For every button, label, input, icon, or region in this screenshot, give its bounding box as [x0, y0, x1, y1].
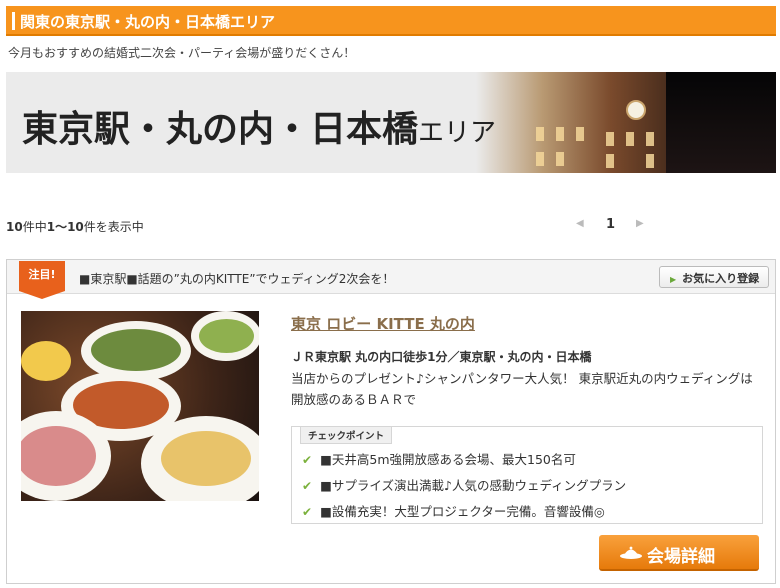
result-count: 10件中1〜10件を表示中	[6, 220, 144, 234]
prev-page-icon[interactable]: ◀	[576, 218, 584, 229]
page-number[interactable]: 1	[606, 217, 615, 232]
area-banner: 東京駅・丸の内・日本橋エリア	[6, 72, 776, 173]
venue-detail-button[interactable]: 会場詳細	[599, 535, 759, 571]
featured-flag: 注目!	[19, 261, 65, 299]
catch-copy: ■東京駅■話題の”丸の内KITTE”でウェディング2次会を！	[79, 272, 395, 286]
station-photo	[476, 72, 776, 173]
checkpoint-label: チェックポイント	[300, 426, 393, 444]
banner-title: 東京駅・丸の内・日本橋エリア	[22, 109, 497, 150]
header-marker	[12, 12, 15, 30]
venue-card: 注目! ■東京駅■話題の”丸の内KITTE”でウェディング2次会を！ ▶ お気に入…	[6, 259, 776, 584]
venue-photo[interactable]	[21, 311, 259, 501]
check-icon: ✔	[302, 453, 313, 467]
check-icon: ✔	[302, 505, 313, 519]
intro-text: 今月もおすすめの結婚式二次会・パーティ会場が盛りだくさん！	[8, 46, 356, 60]
checkpoint-item: ✔ ■天井高5m強開放感ある会場、最大150名可	[302, 452, 576, 467]
area-header: 関東の東京駅・丸の内・日本橋エリア	[6, 6, 776, 36]
checkpoint-item: ✔ ■サプライズ演出満載♪人気の感動ウェディングプラン	[302, 478, 627, 493]
clock-icon	[626, 100, 646, 120]
venue-name-link[interactable]: 東京 ロビー KITTE 丸の内	[291, 313, 475, 334]
area-title: 関東の東京駅・丸の内・日本橋エリア	[20, 13, 276, 31]
arrow-right-icon: ▶	[670, 275, 677, 284]
favorite-button[interactable]: ▶ お気に入り登録	[659, 266, 769, 288]
checkpoint-item: ✔ ■設備充実！大型プロジェクター完備。音響設備◎	[302, 504, 605, 519]
dish-icon	[620, 546, 642, 559]
venue-access: ＪＲ東京駅 丸の内口徒歩1分／東京駅・丸の内・日本橋	[291, 350, 592, 364]
card-topbar: 注目! ■東京駅■話題の”丸の内KITTE”でウェディング2次会を！ ▶ お気に入…	[7, 260, 775, 299]
next-page-icon[interactable]: ▶	[636, 218, 644, 229]
check-icon: ✔	[302, 479, 313, 493]
venue-description: 当店からのプレゼント♪シャンパンタワー大人気！ 東京駅近丸の内ウェディングは開放…	[291, 371, 753, 407]
checkpoint-box: チェックポイント ✔ ■天井高5m強開放感ある会場、最大150名可 ✔ ■サプライズ…	[291, 426, 763, 524]
